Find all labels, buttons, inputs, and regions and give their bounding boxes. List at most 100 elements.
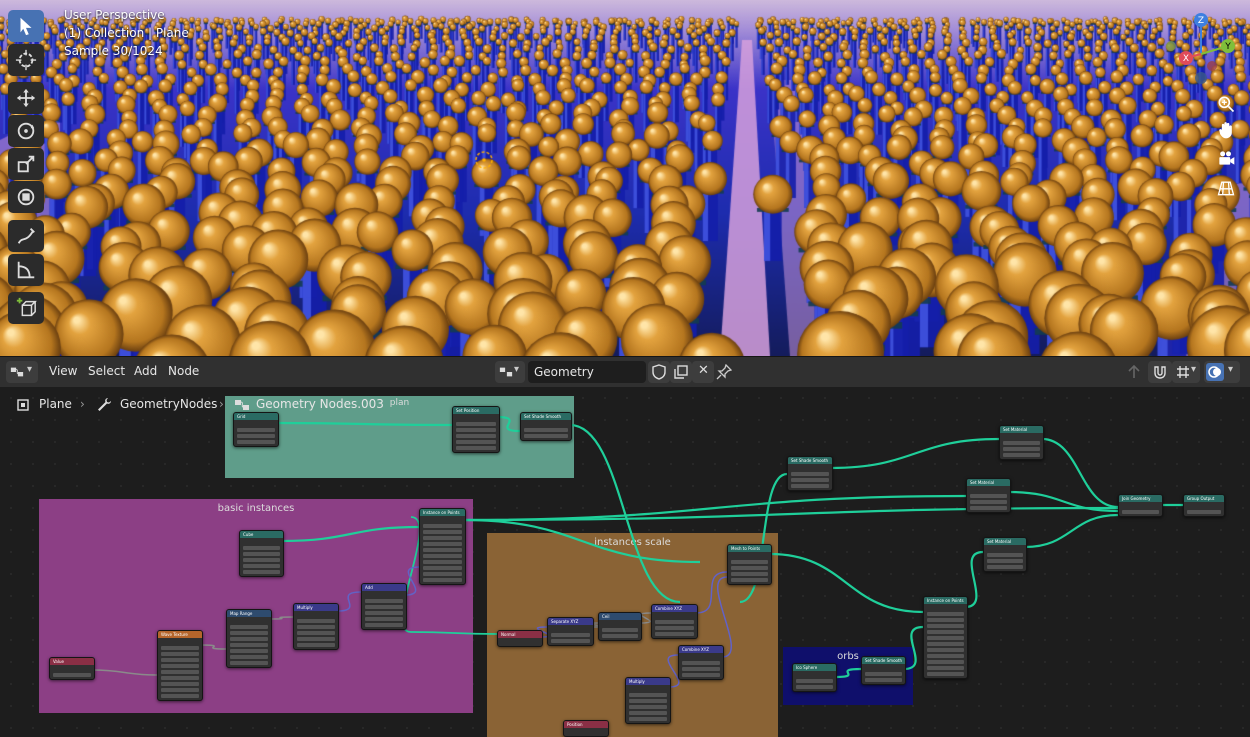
node-socket-row[interactable]	[237, 422, 275, 426]
node-joingeo[interactable]: Join Geometry	[1118, 494, 1163, 517]
node-socket-row[interactable]	[865, 672, 902, 676]
node-socket-row[interactable]	[365, 599, 403, 603]
node-multiply2[interactable]: Multiply	[625, 677, 671, 724]
node-groupout[interactable]: Group Output	[1183, 494, 1225, 517]
node-socket-row[interactable]	[161, 688, 199, 692]
node-socket-row[interactable]	[682, 655, 720, 659]
node-socket-row[interactable]	[161, 694, 199, 698]
node-inst2[interactable]: Instance on Points	[923, 596, 968, 679]
node-socket-row[interactable]	[230, 649, 268, 653]
node-socket-row[interactable]	[524, 428, 568, 432]
node-header[interactable]: Instance on Points	[420, 509, 465, 516]
node-header[interactable]: Grid	[234, 413, 278, 420]
node-socket-row[interactable]	[423, 554, 462, 558]
node-header[interactable]: Set Material	[1000, 426, 1043, 433]
node-socket-row[interactable]	[365, 611, 403, 615]
node-socket-row[interactable]	[423, 524, 462, 528]
navigation-gizmo[interactable]: Z Y X	[1160, 8, 1244, 92]
node-socket-row[interactable]	[629, 687, 667, 691]
node-socket-row[interactable]	[161, 640, 199, 644]
node-socket-row[interactable]	[1122, 510, 1159, 514]
node-header[interactable]: Join Geometry	[1119, 495, 1162, 502]
node-socket-row[interactable]	[970, 488, 1007, 492]
node-header[interactable]: Value	[50, 658, 94, 665]
node-socket-row[interactable]	[602, 628, 638, 632]
node-socket-row[interactable]	[731, 578, 768, 582]
node-socket-row[interactable]	[423, 566, 462, 570]
node-socket-row[interactable]	[791, 478, 829, 482]
node-multiply1[interactable]: Multiply	[293, 603, 339, 650]
node-socket-row[interactable]	[791, 472, 829, 476]
node-socket-row[interactable]	[970, 506, 1007, 510]
grid-icon[interactable]	[1214, 176, 1238, 200]
node-socket-row[interactable]	[230, 631, 268, 635]
node-socket-row[interactable]	[629, 711, 667, 715]
node-socket-row[interactable]	[456, 440, 496, 444]
node-socket-row[interactable]	[796, 673, 833, 677]
node-tree-name-field[interactable]: Geometry Nodes.003	[528, 361, 646, 401]
node-header[interactable]: Set Shade Smooth	[788, 457, 832, 464]
node-socket-row[interactable]	[927, 630, 964, 634]
node-socket-row[interactable]	[423, 530, 462, 534]
node-socket-row[interactable]	[629, 705, 667, 709]
node-socket-row[interactable]	[682, 661, 720, 665]
node-header[interactable]: Ceil	[599, 613, 641, 620]
node-socket-row[interactable]	[53, 667, 91, 671]
node-socket-row[interactable]	[161, 646, 199, 650]
node-socket-row[interactable]	[230, 637, 268, 641]
node-header[interactable]: Mesh to Points	[728, 545, 771, 552]
node-socket-row[interactable]	[1003, 447, 1040, 451]
node-socket-row[interactable]	[1003, 435, 1040, 439]
measure-tool[interactable]	[8, 254, 44, 286]
node-socket-row[interactable]	[682, 673, 720, 677]
node-socket-row[interactable]	[987, 565, 1023, 569]
node-socket-row[interactable]	[1122, 504, 1159, 508]
node-socket-row[interactable]	[423, 578, 462, 582]
node-socket-row[interactable]	[297, 637, 335, 641]
node-socket-row[interactable]	[365, 617, 403, 621]
fake-user-button[interactable]	[648, 361, 670, 383]
node-header[interactable]: Position	[564, 721, 608, 728]
node-socket-row[interactable]	[423, 560, 462, 564]
node-maprange[interactable]: Map Range	[226, 609, 272, 668]
node-socket-row[interactable]	[230, 619, 268, 623]
menu-select[interactable]: Select	[88, 364, 125, 378]
annotate-tool[interactable]	[8, 220, 44, 252]
camera-icon[interactable]	[1214, 146, 1238, 170]
node-header[interactable]: Multiply	[294, 604, 338, 611]
node-socket-row[interactable]	[456, 428, 496, 432]
duplicate-tree-button[interactable]	[670, 361, 692, 383]
node-grid[interactable]: Grid	[233, 412, 279, 447]
node-socket-row[interactable]	[161, 682, 199, 686]
node-setmat3[interactable]: Set Material	[983, 537, 1027, 572]
node-header[interactable]: Normal	[498, 631, 542, 638]
node-socket-row[interactable]	[987, 559, 1023, 563]
menu-view[interactable]: View	[49, 364, 77, 378]
node-socket-row[interactable]	[297, 613, 335, 617]
node-socket-row[interactable]	[629, 699, 667, 703]
node-header[interactable]: Combine XYZ	[679, 646, 723, 653]
node-socket-row[interactable]	[456, 422, 496, 426]
node-socket-row[interactable]	[865, 678, 902, 682]
node-socket-row[interactable]	[551, 639, 590, 643]
node-setsmooth2[interactable]: Set Shade Smooth	[787, 456, 833, 491]
node-socket-row[interactable]	[655, 632, 694, 636]
node-socket-row[interactable]	[501, 640, 539, 644]
node-socket-row[interactable]	[161, 652, 199, 656]
node-socket-row[interactable]	[297, 643, 335, 647]
node-socket-row[interactable]	[161, 670, 199, 674]
breadcrumb-modifier[interactable]: GeometryNodes	[120, 397, 217, 411]
unlink-tree-button[interactable]: ✕	[692, 361, 714, 383]
node-header[interactable]: Instance on Points	[924, 597, 967, 604]
node-setpos[interactable]: Set Position	[452, 406, 500, 453]
node-header[interactable]: Set Position	[453, 407, 499, 414]
node-socket-row[interactable]	[365, 623, 403, 627]
node-socket-row[interactable]	[230, 661, 268, 665]
node-socket-row[interactable]	[927, 606, 964, 610]
node-socket-row[interactable]	[1187, 504, 1221, 508]
node-inst1[interactable]: Instance on Points	[419, 508, 466, 585]
node-socket-row[interactable]	[243, 570, 280, 574]
node-socket-row[interactable]	[629, 693, 667, 697]
node-socket-row[interactable]	[230, 655, 268, 659]
parent-node-tree-icon[interactable]	[1126, 364, 1142, 380]
